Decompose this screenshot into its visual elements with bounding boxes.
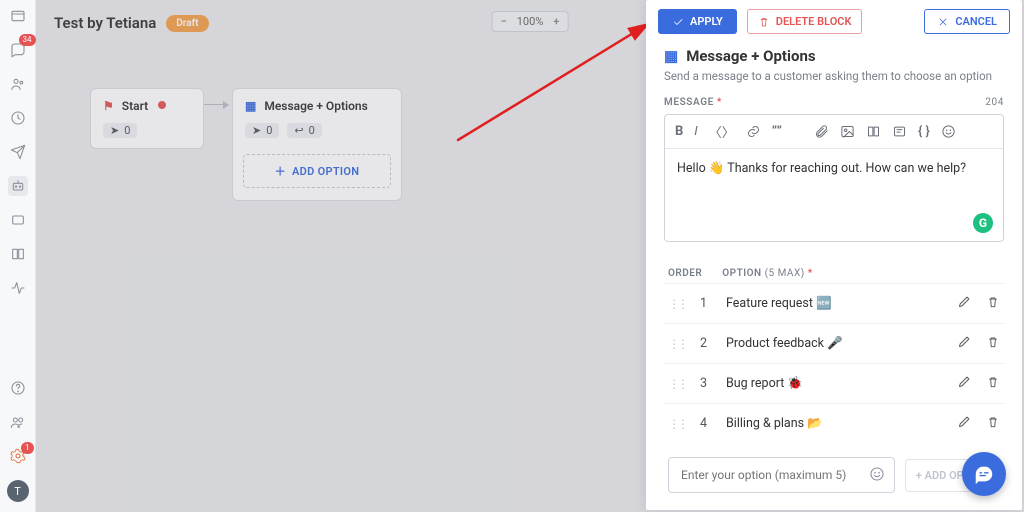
option-header: OPTION — [722, 268, 761, 279]
zoom-out-button[interactable]: − — [501, 15, 507, 28]
user-avatar[interactable]: T — [7, 480, 29, 502]
send-count-chip: ➤ 0 — [245, 123, 279, 138]
nav-history-icon[interactable] — [8, 108, 28, 128]
edit-option-icon[interactable] — [957, 414, 972, 433]
grammarly-icon[interactable]: G — [973, 213, 993, 233]
cancel-button[interactable]: CANCEL — [924, 9, 1010, 34]
nav-team-icon[interactable] — [8, 412, 28, 432]
nav-inbox-icon[interactable] — [8, 6, 28, 26]
node-title: Message + Options — [264, 99, 367, 113]
doc-icon: ▦ — [245, 99, 256, 113]
emoji-icon[interactable] — [941, 124, 956, 139]
node-start[interactable]: ⚑ Start ➤ 0 — [90, 88, 204, 149]
nav-book-icon[interactable] — [8, 244, 28, 264]
nav-conversations-icon[interactable]: 34 — [8, 40, 28, 60]
edge-start-to-msg — [204, 104, 228, 105]
order-header: ORDER — [668, 268, 702, 279]
reply-count-chip: ↩ 0 — [287, 123, 321, 138]
bot-title: Test by Tetiana — [54, 14, 156, 32]
attach-icon[interactable] — [814, 124, 829, 139]
nav-contacts-icon[interactable] — [8, 74, 28, 94]
delete-block-button[interactable]: DELETE BLOCK — [747, 9, 863, 34]
node-message-options[interactable]: ▦ Message + Options ➤ 0 ↩ 0 ＋ ADD OPTION — [232, 88, 402, 201]
option-input[interactable] — [668, 457, 895, 493]
emoji-picker-icon[interactable] — [869, 466, 885, 486]
option-order: 4 — [700, 416, 712, 431]
italic-icon[interactable]: I — [694, 124, 697, 139]
code-icon[interactable]: 〈〉 — [709, 122, 735, 141]
drag-handle-icon[interactable]: ⋮⋮ — [668, 297, 686, 311]
edit-option-icon[interactable] — [957, 294, 972, 313]
left-nav-rail: 34 1 T — [0, 0, 36, 512]
message-label: MESSAGE — [664, 97, 714, 108]
block-editor-panel: APPLY DELETE BLOCK CANCEL ▦ Message + Opt… — [646, 0, 1022, 510]
option-text: Bug report 🐞 — [726, 376, 943, 391]
option-order: 3 — [700, 376, 712, 391]
settings-badge: 1 — [21, 442, 34, 454]
chat-launcher-button[interactable] — [962, 452, 1006, 496]
panel-subtitle: Send a message to a customer asking them… — [664, 69, 1004, 83]
status-badge: Draft — [166, 15, 208, 32]
option-max: (5 MAX) — [765, 268, 805, 279]
option-text: Billing & plans 📂 — [726, 416, 943, 431]
quote-icon[interactable]: ”” — [772, 124, 782, 139]
zoom-control[interactable]: − 100% + — [492, 11, 569, 32]
message-editor: B I 〈〉 ”” { } Hello 👋 Thanks for reachin… — [664, 114, 1004, 242]
edit-option-icon[interactable] — [957, 374, 972, 393]
panel-title: Message + Options — [686, 47, 815, 65]
delete-option-icon[interactable] — [986, 375, 1000, 393]
nav-activity-icon[interactable] — [8, 278, 28, 298]
option-row: ⋮⋮ 4 Billing & plans 📂 — [664, 403, 1004, 443]
send-count-chip: ➤ 0 — [103, 123, 137, 138]
node-add-option-button[interactable]: ＋ ADD OPTION — [243, 154, 391, 188]
option-row: ⋮⋮ 2 Product feedback 🎤 — [664, 323, 1004, 363]
delete-option-icon[interactable] — [986, 295, 1000, 313]
apply-button[interactable]: APPLY — [658, 9, 737, 34]
bold-icon[interactable]: B — [675, 124, 683, 139]
message-textarea[interactable]: Hello 👋 Thanks for reaching out. How can… — [665, 149, 1003, 241]
notification-badge: 34 — [19, 34, 36, 46]
nav-help-icon[interactable] — [8, 378, 28, 398]
node-title: Start — [122, 99, 148, 113]
connection-dot[interactable] — [158, 101, 166, 109]
doc-icon: ▦ — [664, 47, 678, 65]
article-icon[interactable] — [866, 124, 881, 139]
char-count: 204 — [985, 97, 1004, 108]
link-icon[interactable] — [746, 124, 761, 139]
flag-icon: ⚑ — [103, 99, 114, 113]
edit-option-icon[interactable] — [957, 334, 972, 353]
snippet-icon[interactable] — [892, 124, 907, 139]
drag-handle-icon[interactable]: ⋮⋮ — [668, 337, 686, 351]
zoom-value: 100% — [517, 15, 544, 28]
option-row: ⋮⋮ 1 Feature request 🆕 — [664, 283, 1004, 323]
drag-handle-icon[interactable]: ⋮⋮ — [668, 417, 686, 431]
nav-bot-icon[interactable] — [8, 176, 28, 196]
option-text: Product feedback 🎤 — [726, 336, 943, 351]
image-icon[interactable] — [840, 124, 855, 139]
option-row: ⋮⋮ 3 Bug report 🐞 — [664, 363, 1004, 403]
drag-handle-icon[interactable]: ⋮⋮ — [668, 377, 686, 391]
nav-cards-icon[interactable] — [8, 210, 28, 230]
option-order: 1 — [700, 296, 712, 311]
option-text: Feature request 🆕 — [726, 296, 943, 311]
delete-option-icon[interactable] — [986, 415, 1000, 433]
nav-settings-icon[interactable]: 1 — [8, 446, 28, 466]
zoom-in-button[interactable]: + — [553, 15, 559, 28]
variable-icon[interactable]: { } — [918, 124, 930, 139]
nav-send-icon[interactable] — [8, 142, 28, 162]
delete-option-icon[interactable] — [986, 335, 1000, 353]
option-order: 2 — [700, 336, 712, 351]
